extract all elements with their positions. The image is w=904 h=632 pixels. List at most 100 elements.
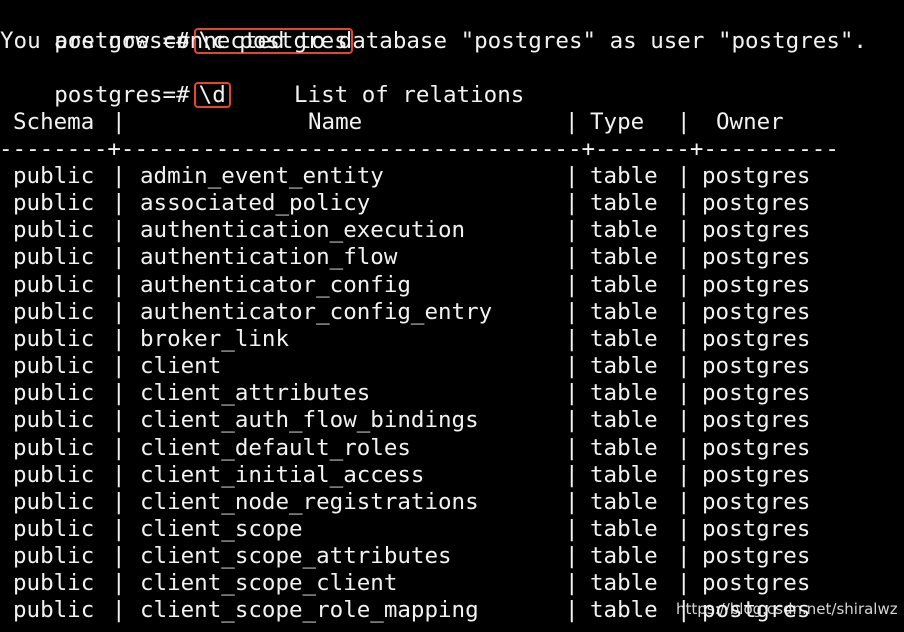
cell-owner: postgres: [702, 461, 811, 488]
cell-owner: postgres: [702, 407, 811, 434]
column-separator: |: [565, 597, 579, 624]
cell-owner: postgres: [702, 515, 811, 542]
cell-schema: public: [13, 244, 95, 271]
cell-type: table: [590, 271, 658, 298]
cell-type: table: [590, 543, 658, 570]
column-separator: |: [565, 271, 579, 298]
column-separator: |: [677, 244, 691, 271]
cell-owner: postgres: [702, 244, 811, 271]
column-separator: |: [112, 380, 126, 407]
header-schema: Schema: [13, 109, 95, 135]
column-separator: |: [112, 597, 126, 624]
cell-schema: public: [13, 190, 95, 217]
column-separator: |: [565, 109, 579, 135]
cell-type: table: [590, 380, 658, 407]
column-separator: |: [565, 298, 579, 325]
column-separator: |: [112, 515, 126, 542]
cell-type: table: [590, 190, 658, 217]
cell-type: table: [590, 597, 658, 624]
column-separator: |: [112, 244, 126, 271]
cell-schema: public: [13, 461, 95, 488]
column-separator: |: [565, 353, 579, 380]
column-separator: |: [565, 570, 579, 597]
cell-schema: public: [13, 325, 95, 352]
describe-command-highlight: \d: [193, 82, 231, 109]
cell-name: associated_policy: [140, 190, 371, 217]
table-row: public | client | table | postgres: [0, 353, 904, 380]
cell-schema: public: [13, 380, 95, 407]
table-row: public | broker_link | table | postgres: [0, 326, 904, 353]
column-separator: |: [112, 271, 126, 298]
column-separator: |: [112, 488, 126, 515]
cell-schema: public: [13, 597, 95, 624]
table-row: public | client_scope_attributes | table | pos…: [0, 543, 904, 570]
prompt: postgres=#: [54, 82, 190, 109]
column-separator: |: [112, 325, 126, 352]
column-separator: |: [565, 434, 579, 461]
cell-name: authenticator_config: [140, 271, 411, 298]
cell-schema: public: [13, 298, 95, 325]
column-separator: |: [677, 325, 691, 352]
column-separator: |: [112, 109, 126, 135]
cell-name: broker_link: [140, 325, 290, 352]
column-separator: |: [677, 298, 691, 325]
connect-message: You are now connected to database "postg…: [0, 28, 867, 54]
column-separator: |: [677, 353, 691, 380]
column-separator: |: [677, 570, 691, 597]
column-separator: |: [565, 217, 579, 244]
cell-type: table: [590, 407, 658, 434]
terminal-window[interactable]: postgres=# \c postgres You are now connec…: [0, 0, 904, 632]
cell-type: table: [590, 353, 658, 380]
column-separator: |: [112, 217, 126, 244]
table-row: public | client_auth_flow_bindings | table | p…: [0, 407, 904, 434]
cell-name: client_attributes: [140, 380, 371, 407]
cell-type: table: [590, 515, 658, 542]
cell-schema: public: [13, 434, 95, 461]
column-separator: |: [565, 380, 579, 407]
column-separator: |: [677, 461, 691, 488]
cell-owner: postgres: [702, 543, 811, 570]
column-separator: |: [565, 325, 579, 352]
column-separator: |: [112, 434, 126, 461]
cell-owner: postgres: [702, 570, 811, 597]
table-row: public | client_default_roles | table | postgr…: [0, 435, 904, 462]
cell-owner: postgres: [702, 271, 811, 298]
table-separator-line: --------+-------------------------------…: [0, 136, 839, 162]
cell-owner: postgres: [702, 190, 811, 217]
cell-schema: public: [13, 488, 95, 515]
column-separator: |: [677, 488, 691, 515]
cell-type: table: [590, 163, 658, 189]
cell-owner: postgres: [702, 380, 811, 407]
column-separator: |: [565, 461, 579, 488]
table-row: public | authentication_flow | table | postgre…: [0, 244, 904, 271]
cell-type: table: [590, 434, 658, 461]
cell-owner: postgres: [702, 488, 811, 515]
table-row: public | authentication_execution | table | po…: [0, 217, 904, 244]
header-name: Name: [308, 109, 363, 135]
cell-type: table: [590, 298, 658, 325]
column-separator: |: [112, 190, 126, 217]
table-row: public | associated_policy | table | postgres: [0, 190, 904, 217]
cell-type: table: [590, 461, 658, 488]
column-separator: |: [112, 163, 126, 189]
cell-type: table: [590, 244, 658, 271]
cell-owner: postgres: [702, 353, 811, 380]
cell-owner: postgres: [702, 325, 811, 352]
cell-schema: public: [13, 543, 95, 570]
column-separator: |: [565, 488, 579, 515]
column-separator: |: [565, 543, 579, 570]
column-separator: |: [677, 543, 691, 570]
table-title: List of relations: [294, 82, 525, 108]
cell-schema: public: [13, 217, 95, 244]
cell-name: client_scope_attributes: [140, 543, 452, 570]
column-separator: |: [112, 298, 126, 325]
command-line-describe: postgres=# \d: [0, 55, 231, 109]
column-separator: |: [677, 163, 691, 189]
cell-name: authenticator_config_entry: [140, 298, 493, 325]
cell-schema: public: [13, 163, 95, 189]
cell-name: client: [140, 353, 222, 380]
column-separator: |: [565, 244, 579, 271]
cell-schema: public: [13, 271, 95, 298]
cell-type: table: [590, 217, 658, 244]
cell-type: table: [590, 488, 658, 515]
